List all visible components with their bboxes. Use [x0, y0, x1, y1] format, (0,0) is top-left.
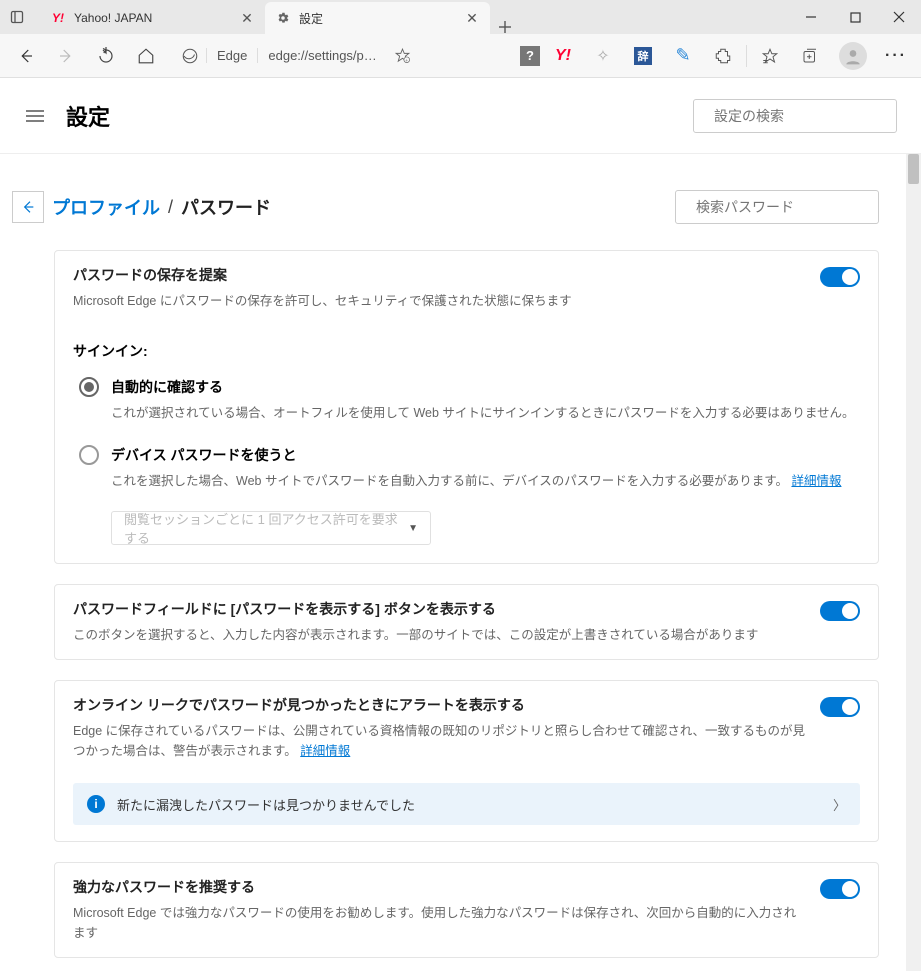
- password-search[interactable]: [675, 190, 879, 224]
- refresh-button[interactable]: [88, 38, 124, 74]
- new-tab-button[interactable]: [490, 20, 520, 34]
- card-strong: 強力なパスワードを推奨する Microsoft Edge では強力なパスワードの…: [54, 862, 879, 958]
- extensions-button[interactable]: [706, 40, 740, 72]
- window-controls: [789, 0, 921, 34]
- forward-button[interactable]: [48, 38, 84, 74]
- breadcrumb: プロファイル / パスワード: [12, 190, 879, 224]
- ext-icon-4[interactable]: 辞: [626, 40, 660, 72]
- tab-label: 設定: [299, 10, 456, 27]
- radio-auto[interactable]: [79, 377, 99, 397]
- address-bar[interactable]: Edge edge://settings/pas... +: [174, 40, 416, 72]
- info-icon: i: [87, 795, 105, 813]
- tab-close-icon[interactable]: ✕: [239, 10, 255, 26]
- svg-text:+: +: [405, 59, 408, 64]
- maximize-button[interactable]: [833, 0, 877, 34]
- back-button[interactable]: [8, 38, 44, 74]
- strong-toggle[interactable]: [820, 879, 860, 899]
- settings-content: プロファイル / パスワード パスワードの保存を提案 Microsoft Edg…: [0, 154, 921, 971]
- breadcrumb-separator: /: [168, 197, 173, 218]
- address-url: edge://settings/pas...: [258, 48, 388, 63]
- chevron-right-icon: 〉: [833, 795, 846, 814]
- home-button[interactable]: [128, 38, 164, 74]
- card-offer-save: パスワードの保存を提案 Microsoft Edge にパスワードの保存を許可し…: [54, 250, 879, 564]
- settings-search-input[interactable]: [714, 108, 895, 124]
- favorites-button[interactable]: [753, 40, 787, 72]
- breadcrumb-parent-link[interactable]: プロファイル: [52, 194, 160, 220]
- tab-actions-button[interactable]: [0, 0, 34, 34]
- collections-button[interactable]: [793, 40, 827, 72]
- breadcrumb-current: パスワード: [181, 194, 271, 220]
- radio-auto-desc: これが選択されている場合、オートフィルを使用して Web サイトにサインインする…: [111, 403, 860, 423]
- tab-close-icon[interactable]: ✕: [464, 10, 480, 26]
- minimize-button[interactable]: [789, 0, 833, 34]
- leak-title: オンライン リークでパスワードが見つかったときにアラートを表示する: [73, 695, 806, 715]
- settings-menu-button[interactable]: [18, 99, 52, 133]
- dropdown-label: 閲覧セッションごとに 1 回アクセス許可を要求する: [124, 509, 408, 547]
- strong-desc: Microsoft Edge では強力なパスワードの使用をお勧めします。使用した…: [73, 903, 806, 943]
- settings-title: 設定: [66, 100, 110, 132]
- profile-avatar[interactable]: [839, 42, 867, 70]
- ext-icon-yahoo[interactable]: Y!: [546, 40, 580, 72]
- settings-search[interactable]: [693, 99, 897, 133]
- vertical-scrollbar[interactable]: [906, 154, 921, 971]
- gear-icon: [275, 10, 291, 26]
- browser-toolbar: Edge edge://settings/pas... + ? Y! ✧ 辞 ✎…: [0, 34, 921, 78]
- radio-device-label: デバイス パスワードを使うと: [111, 445, 296, 465]
- close-window-button[interactable]: [877, 0, 921, 34]
- reveal-title: パスワードフィールドに [パスワードを表示する] ボタンを表示する: [73, 599, 806, 619]
- more-menu-button[interactable]: ···: [879, 40, 913, 72]
- card-leak: オンライン リークでパスワードが見つかったときにアラートを表示する Edge に…: [54, 680, 879, 842]
- breadcrumb-back-button[interactable]: [12, 191, 44, 223]
- reveal-desc: このボタンを選択すると、入力した内容が表示されます。一部のサイトでは、この設定が…: [73, 625, 806, 645]
- tab-yahoo[interactable]: Y! Yahoo! JAPAN ✕: [40, 2, 265, 34]
- chevron-down-icon: ▼: [408, 523, 418, 534]
- offer-save-toggle[interactable]: [820, 267, 860, 287]
- radio-device-link[interactable]: 詳細情報: [791, 474, 841, 488]
- edge-logo-icon: [174, 47, 206, 65]
- radio-device[interactable]: [79, 445, 99, 465]
- ext-icon-5[interactable]: ✎: [666, 40, 700, 72]
- address-protocol-label: Edge: [206, 48, 258, 63]
- scrollbar-thumb[interactable]: [908, 154, 919, 184]
- tab-label: Yahoo! JAPAN: [74, 11, 231, 25]
- ext-icon-3[interactable]: ✧: [586, 40, 620, 72]
- reveal-toggle[interactable]: [820, 601, 860, 621]
- strong-title: 強力なパスワードを推奨する: [73, 877, 806, 897]
- offer-save-desc: Microsoft Edge にパスワードの保存を許可し、セキュリティで保護され…: [73, 291, 806, 311]
- window-titlebar: Y! Yahoo! JAPAN ✕ 設定 ✕: [0, 0, 921, 34]
- leak-banner-text: 新たに漏洩したパスワードは見つかりませんでした: [117, 795, 415, 814]
- radio-auto-label: 自動的に確認する: [111, 377, 223, 397]
- radio-device-desc: これを選択した場合、Web サイトでパスワードを自動入力する前に、デバイスのパス…: [111, 471, 860, 491]
- extensions-area: ? Y! ✧ 辞 ✎ ···: [520, 40, 913, 72]
- leak-link[interactable]: 詳細情報: [300, 744, 350, 758]
- tab-settings[interactable]: 設定 ✕: [265, 2, 490, 34]
- session-permission-dropdown: 閲覧セッションごとに 1 回アクセス許可を要求する ▼: [111, 511, 431, 545]
- card-reveal: パスワードフィールドに [パスワードを表示する] ボタンを表示する このボタンを…: [54, 584, 879, 660]
- favicon-yahoo: Y!: [50, 10, 66, 26]
- leak-desc: Edge に保存されているパスワードは、公開されている資格情報の既知のリポジトリ…: [73, 721, 806, 761]
- offer-save-title: パスワードの保存を提案: [73, 265, 806, 285]
- settings-header: 設定: [0, 78, 921, 154]
- favorite-star-icon[interactable]: +: [388, 47, 416, 64]
- leak-toggle[interactable]: [820, 697, 860, 717]
- signin-heading: サインイン:: [55, 325, 878, 369]
- leak-info-banner[interactable]: i 新たに漏洩したパスワードは見つかりませんでした 〉: [73, 783, 860, 825]
- password-search-input[interactable]: [696, 199, 877, 215]
- ext-icon-1[interactable]: ?: [520, 46, 540, 66]
- tab-strip: Y! Yahoo! JAPAN ✕ 設定 ✕: [34, 0, 789, 34]
